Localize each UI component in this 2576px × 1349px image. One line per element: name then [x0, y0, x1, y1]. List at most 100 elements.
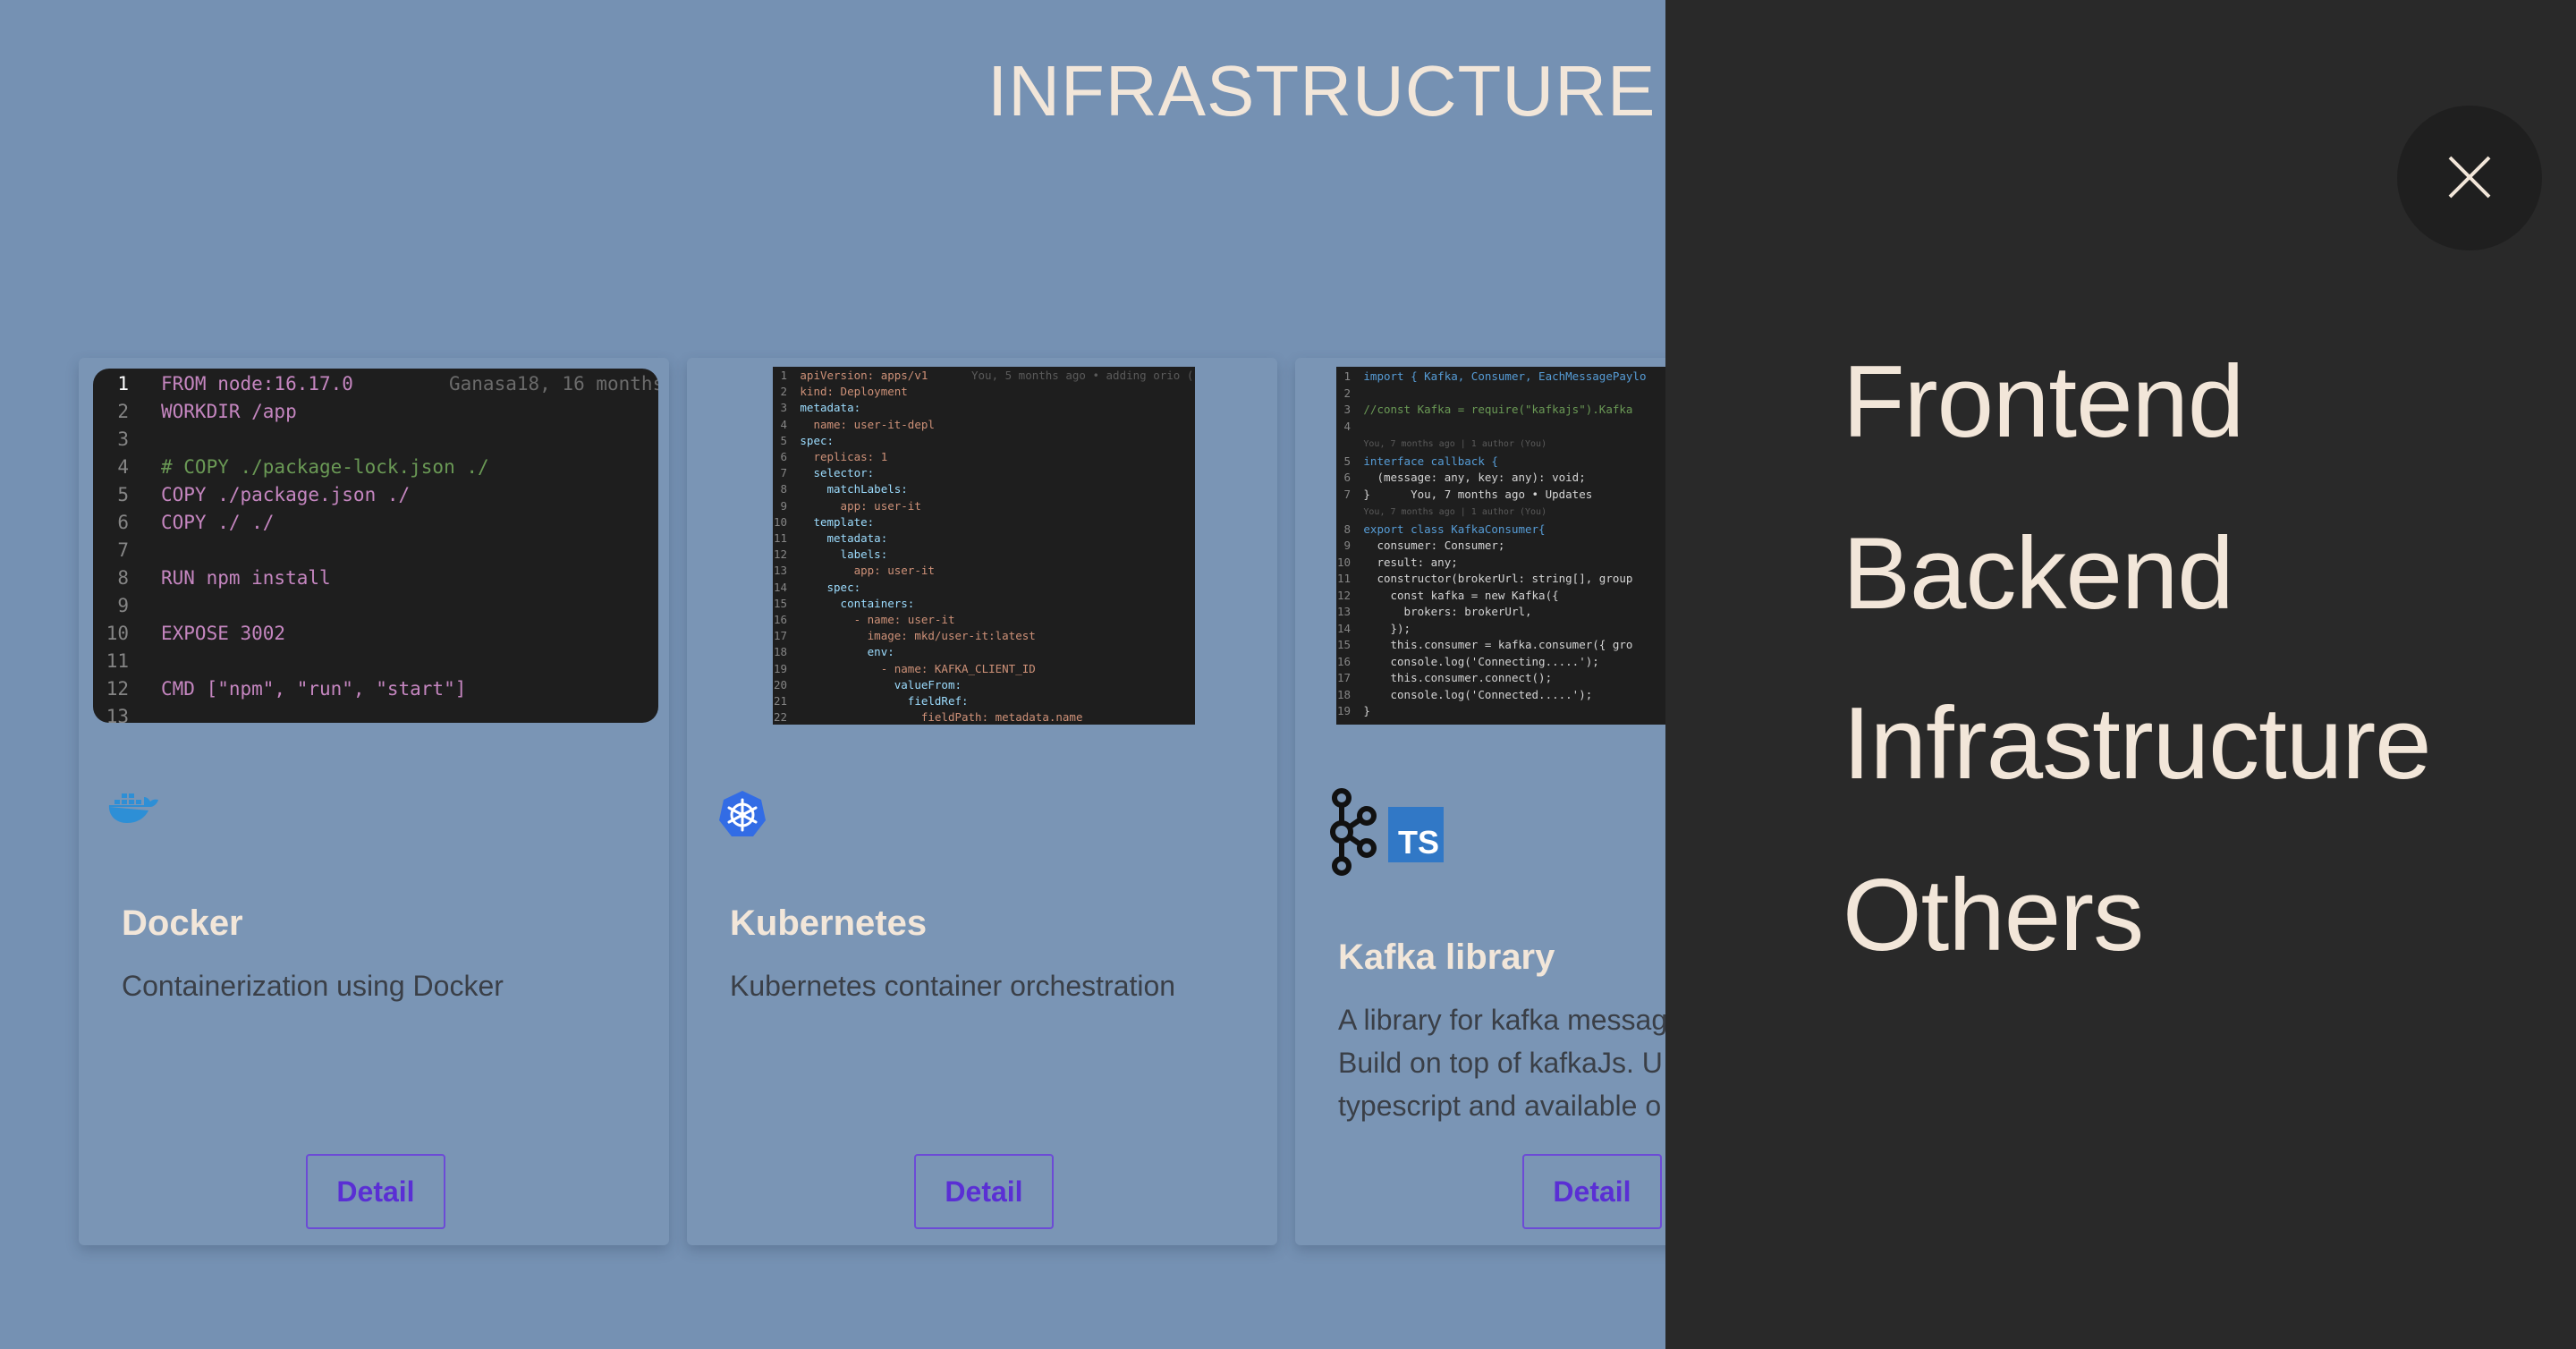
line-number: 13 — [1336, 605, 1351, 618]
code-text: spec: — [800, 433, 835, 447]
line-number: 5 — [780, 433, 787, 447]
line-number: 4 — [780, 417, 787, 431]
code-snippet: 1 FROM node:16.17.0 2 WORKDIR /app 3 4 # COPY … — [93, 369, 489, 723]
code-line: 1 import { Kafka, Consumer, EachMessagePa… — [1336, 369, 1646, 386]
code-line: 3 //const Kafka = require("kafkajs").Kafk… — [1336, 402, 1646, 419]
code-line: 9 — [93, 592, 489, 620]
line-number: 18 — [1336, 687, 1351, 701]
line-number: 8 — [117, 567, 129, 589]
line-number: 10 — [106, 623, 129, 644]
code-text: brokers: brokerUrl, — [1363, 605, 1532, 618]
code-line: 4 name: user-it-depl — [773, 417, 1082, 433]
card-title: Kubernetes — [730, 904, 928, 943]
code-line: 18 env: — [773, 644, 1082, 660]
nav-item-frontend[interactable]: Frontend — [1843, 344, 2244, 461]
code-line: 16 - name: user-it — [773, 612, 1082, 628]
code-line: 9 consumer: Consumer; — [1336, 538, 1646, 555]
code-line: 17 this.consumer.connect(); — [1336, 670, 1646, 687]
code-line: 8 export class KafkaConsumer{ — [1336, 522, 1646, 539]
line-number: 8 — [780, 482, 787, 496]
line-number: 14 — [1336, 621, 1351, 635]
line-number: 7 — [117, 539, 129, 561]
project-card-docker: 1 FROM node:16.17.0 2 WORKDIR /app 3 4 # COPY … — [79, 358, 669, 1245]
code-text: - name: KAFKA_CLIENT_ID — [800, 661, 1036, 675]
code-text: WORKDIR /app — [161, 401, 297, 422]
project-card-kubernetes: 1 apiVersion: apps/v1 2 kind: Deployment 3 me… — [687, 358, 1277, 1245]
line-number: 4 — [117, 456, 129, 478]
line-number: 3 — [117, 428, 129, 450]
line-number: 19 — [1336, 704, 1351, 717]
code-line: 12 CMD ["npm", "run", "start"] — [93, 675, 489, 703]
code-line: 20 valueFrom: — [773, 677, 1082, 693]
code-text: apiVersion: apps/v1 — [800, 369, 928, 382]
code-text: selector: — [800, 466, 875, 480]
code-line: 5 COPY ./package.json ./ — [93, 481, 489, 509]
line-number: 12 — [106, 678, 129, 700]
code-text: constructor(brokerUrl: string[], group — [1363, 572, 1633, 585]
line-number: 8 — [1343, 522, 1351, 536]
line-number: 9 — [1343, 539, 1351, 552]
detail-button[interactable]: Detail — [914, 1154, 1054, 1229]
code-text: CMD ["npm", "run", "start"] — [161, 678, 467, 700]
code-line: 8 RUN npm install — [93, 564, 489, 592]
detail-button[interactable]: Detail — [306, 1154, 445, 1229]
detail-button[interactable]: Detail — [1522, 1154, 1662, 1229]
typescript-icon: TS — [1388, 806, 1444, 862]
line-number: 12 — [773, 547, 787, 562]
code-text: You, 7 months ago | 1 author (You) — [1363, 507, 1547, 517]
code-line: 9 app: user-it — [773, 498, 1082, 514]
card-logos: TS — [1322, 787, 1444, 881]
code-text: } You, 7 months ago • Updates — [1363, 487, 1593, 501]
line-number: 10 — [773, 514, 787, 529]
code-line: 11 constructor(brokerUrl: string[], grou… — [1336, 571, 1646, 588]
code-text: import { Kafka, Consumer, EachMessagePay… — [1363, 369, 1647, 383]
code-line: 10 result: any; — [1336, 555, 1646, 572]
code-line: 7 — [93, 537, 489, 564]
code-line: You, 7 months ago | 1 author (You) — [1336, 435, 1646, 454]
line-number: 21 — [773, 694, 787, 708]
code-line: 6 COPY ./ ./ — [93, 509, 489, 537]
blame-annotation: Ganasa18, 16 months — [449, 373, 658, 395]
code-text: FROM node:16.17.0 — [161, 373, 353, 395]
code-line: 6 (message: any, key: any): void; — [1336, 470, 1646, 487]
nav-item-infrastructure[interactable]: Infrastructure — [1843, 685, 2432, 802]
code-line: 4 — [1336, 419, 1646, 436]
close-button[interactable] — [2397, 106, 2542, 250]
docker-icon — [106, 787, 161, 831]
code-text: consumer: Consumer; — [1363, 539, 1505, 552]
code-line: You, 7 months ago | 1 author (You) — [1336, 503, 1646, 522]
line-number: 2 — [117, 401, 129, 422]
code-text: this.consumer = kafka.consumer({ gro — [1363, 638, 1633, 651]
code-text: replicas: 1 — [800, 450, 888, 464]
line-number: 2 — [780, 385, 787, 399]
code-line: 14 }); — [1336, 621, 1646, 638]
line-number: 17 — [773, 629, 787, 643]
nav-item-backend[interactable]: Backend — [1843, 515, 2234, 632]
card-screenshot: 1 apiVersion: apps/v1 2 kind: Deployment 3 me… — [773, 367, 1195, 725]
code-text: const kafka = new Kafka({ — [1363, 588, 1559, 602]
code-line: 5 interface callback { — [1336, 454, 1646, 471]
code-text: # COPY ./package-lock.json ./ — [161, 456, 489, 478]
line-number: 6 — [117, 512, 129, 533]
line-number: 20 — [773, 677, 787, 691]
code-line: 6 replicas: 1 — [773, 449, 1082, 465]
code-text: }); — [1363, 621, 1411, 635]
line-number: 4 — [1343, 419, 1351, 433]
card-description: A library for kafka messag Build on top … — [1338, 998, 1714, 1127]
line-number: 9 — [780, 498, 787, 513]
code-line: 16 console.log('Connecting.....'); — [1336, 654, 1646, 671]
code-line: 10 template: — [773, 514, 1082, 530]
nav-item-others[interactable]: Others — [1843, 857, 2144, 974]
code-line: 3 metadata: — [773, 400, 1082, 416]
code-text: fieldRef: — [800, 694, 969, 708]
code-line: 4 # COPY ./package-lock.json ./ — [93, 454, 489, 481]
code-text: labels: — [800, 547, 888, 562]
code-line: 13 app: user-it — [773, 563, 1082, 579]
code-line: 13 — [93, 703, 489, 723]
code-text: metadata: — [800, 531, 888, 546]
code-text: this.consumer.connect(); — [1363, 671, 1553, 684]
line-number: 11 — [106, 650, 129, 672]
code-line: 17 image: mkd/user-it:latest — [773, 628, 1082, 644]
line-number: 22 — [773, 710, 787, 725]
code-line: 12 const kafka = new Kafka({ — [1336, 588, 1646, 605]
